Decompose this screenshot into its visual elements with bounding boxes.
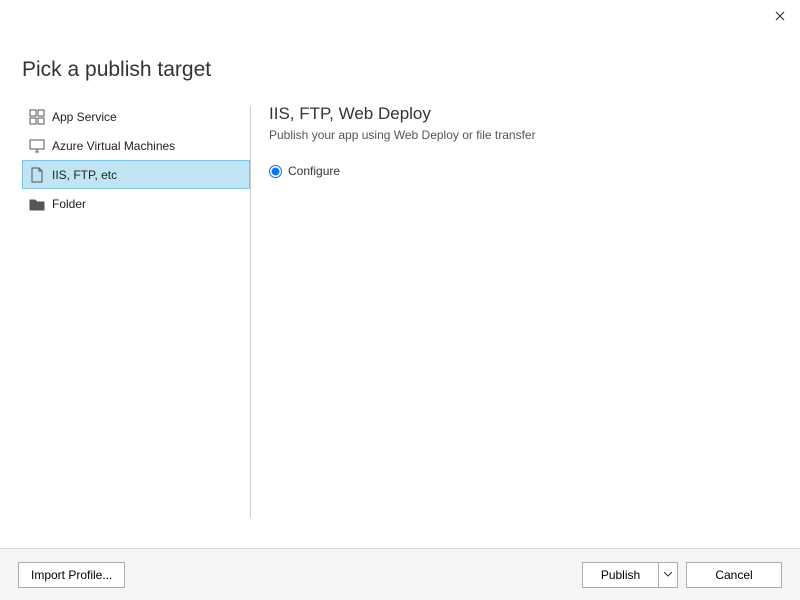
content-area: App Service Azure Virtual Machines IIS, … — [0, 102, 800, 522]
target-sidebar: App Service Azure Virtual Machines IIS, … — [22, 102, 250, 522]
sidebar-item-iis-ftp[interactable]: IIS, FTP, etc — [22, 160, 250, 189]
vertical-divider — [250, 106, 251, 518]
detail-title: IIS, FTP, Web Deploy — [269, 104, 778, 124]
sidebar-item-label: Folder — [52, 197, 86, 211]
sidebar-item-azure-vm[interactable]: Azure Virtual Machines — [22, 131, 250, 160]
sidebar-item-folder[interactable]: Folder — [22, 189, 250, 218]
publish-dropdown-button[interactable] — [658, 562, 678, 588]
publish-split-button: Publish — [582, 562, 678, 588]
dialog-title: Pick a publish target — [22, 58, 778, 82]
azure-vm-icon — [29, 138, 45, 154]
sidebar-item-label: IIS, FTP, etc — [52, 168, 117, 182]
import-profile-button[interactable]: Import Profile... — [18, 562, 125, 588]
configure-label: Configure — [288, 164, 340, 178]
option-configure[interactable]: Configure — [269, 164, 778, 178]
dialog-header: Pick a publish target — [0, 0, 800, 102]
dialog-footer: Import Profile... Publish Cancel — [0, 548, 800, 600]
cancel-button[interactable]: Cancel — [686, 562, 782, 588]
detail-subtitle: Publish your app using Web Deploy or fil… — [269, 128, 778, 142]
detail-panel: IIS, FTP, Web Deploy Publish your app us… — [269, 102, 778, 522]
publish-button[interactable]: Publish — [582, 562, 658, 588]
sidebar-item-label: App Service — [52, 110, 117, 124]
app-service-icon — [29, 109, 45, 125]
chevron-down-icon — [664, 572, 672, 577]
sidebar-item-app-service[interactable]: App Service — [22, 102, 250, 131]
close-button[interactable] — [770, 6, 790, 26]
sidebar-item-label: Azure Virtual Machines — [52, 139, 175, 153]
document-icon — [29, 167, 45, 183]
folder-icon — [29, 196, 45, 212]
configure-radio[interactable] — [269, 165, 282, 178]
